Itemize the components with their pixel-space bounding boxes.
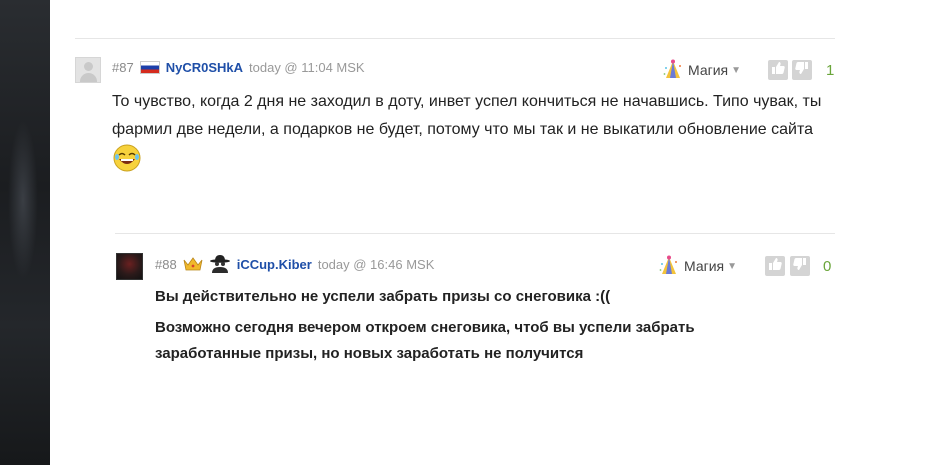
page-background-left — [0, 0, 50, 465]
comment-text: То чувство, когда 2 дня не заходил в дот… — [112, 88, 837, 176]
laughing-emoji-icon — [113, 144, 141, 172]
magic-badge[interactable]: Магия ▼ — [658, 255, 737, 277]
like-icon — [768, 257, 782, 276]
comment-number[interactable]: #88 — [155, 257, 177, 272]
chevron-down-icon: ▼ — [727, 260, 738, 272]
spy-icon — [208, 255, 232, 273]
magic-badge[interactable]: Магия ▼ — [662, 59, 741, 81]
comment-divider — [115, 233, 835, 234]
comment-time: today @ 16:46 MSK — [317, 256, 435, 272]
avatar[interactable] — [75, 57, 101, 83]
username[interactable]: NyCR0SHkA — [166, 60, 243, 75]
username[interactable]: iCCup.Kiber — [237, 257, 312, 272]
chevron-down-icon: ▼ — [731, 64, 742, 76]
party-hat-icon — [658, 255, 680, 277]
crown-icon — [183, 257, 203, 271]
like-button[interactable] — [765, 256, 785, 276]
comment-meta: #88 iCCup.Kiber today @ 16:46 MSK — [155, 255, 434, 273]
comment-number[interactable]: #87 — [112, 60, 134, 75]
comment-divider — [75, 38, 835, 39]
comment-score: 1 — [826, 62, 835, 79]
party-hat-icon — [662, 59, 684, 81]
badge-label: Магия — [684, 258, 725, 274]
russia-flag-icon — [139, 61, 160, 74]
comment-meta: #87 NyCR0SHkA today @ 11:04 MSK — [112, 60, 365, 75]
dislike-icon — [793, 257, 807, 276]
dislike-icon — [795, 61, 809, 80]
dislike-button[interactable] — [792, 60, 812, 80]
comment-score: 0 — [823, 258, 832, 275]
comment-text-line-2: Возможно сегодня вечером откроем снегови… — [155, 319, 695, 362]
comment-text-body: То чувство, когда 2 дня не заходил в дот… — [112, 93, 822, 138]
like-icon — [771, 61, 785, 80]
like-button[interactable] — [768, 60, 788, 80]
avatar[interactable] — [116, 253, 143, 280]
dislike-button[interactable] — [790, 256, 810, 276]
badge-label: Магия — [688, 62, 729, 78]
comment-text-line-1: Вы действительно не успели забрать призы… — [155, 288, 611, 305]
comment-time: today @ 11:04 MSK — [249, 60, 365, 75]
